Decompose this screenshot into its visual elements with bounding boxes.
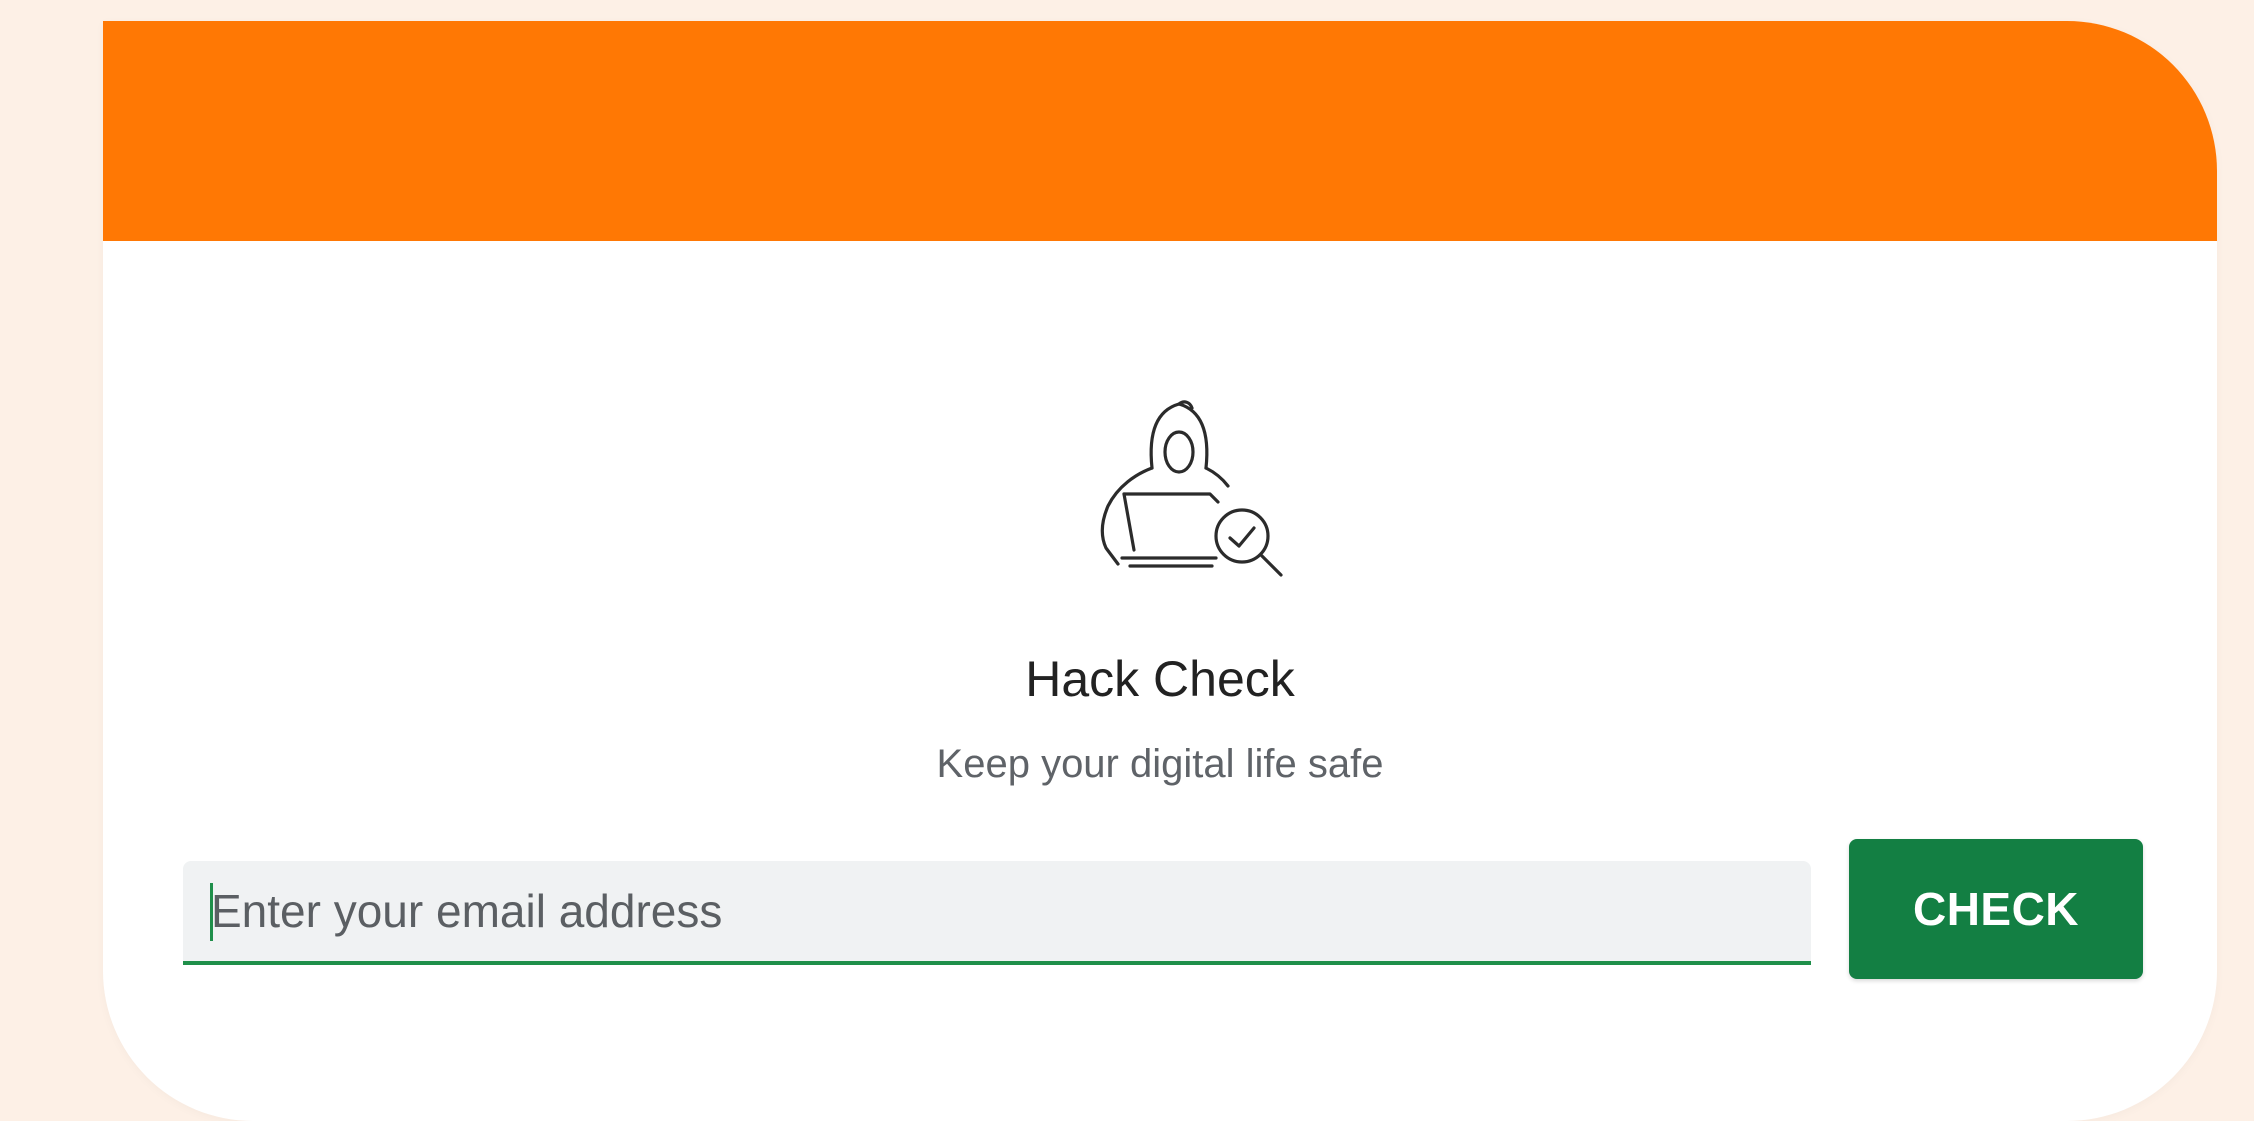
header-banner bbox=[103, 21, 2217, 241]
email-field[interactable] bbox=[183, 861, 1811, 965]
email-input[interactable] bbox=[183, 861, 1811, 961]
hack-check-card: Hack Check Keep your digital life safe C… bbox=[103, 21, 2217, 1121]
hacker-laptop-search-icon bbox=[1100, 400, 1283, 577]
page-title: Hack Check bbox=[1025, 651, 1295, 707]
page-subtitle: Keep your digital life safe bbox=[936, 742, 1384, 786]
text-cursor bbox=[210, 883, 213, 941]
check-button[interactable]: CHECK bbox=[1849, 839, 2143, 979]
